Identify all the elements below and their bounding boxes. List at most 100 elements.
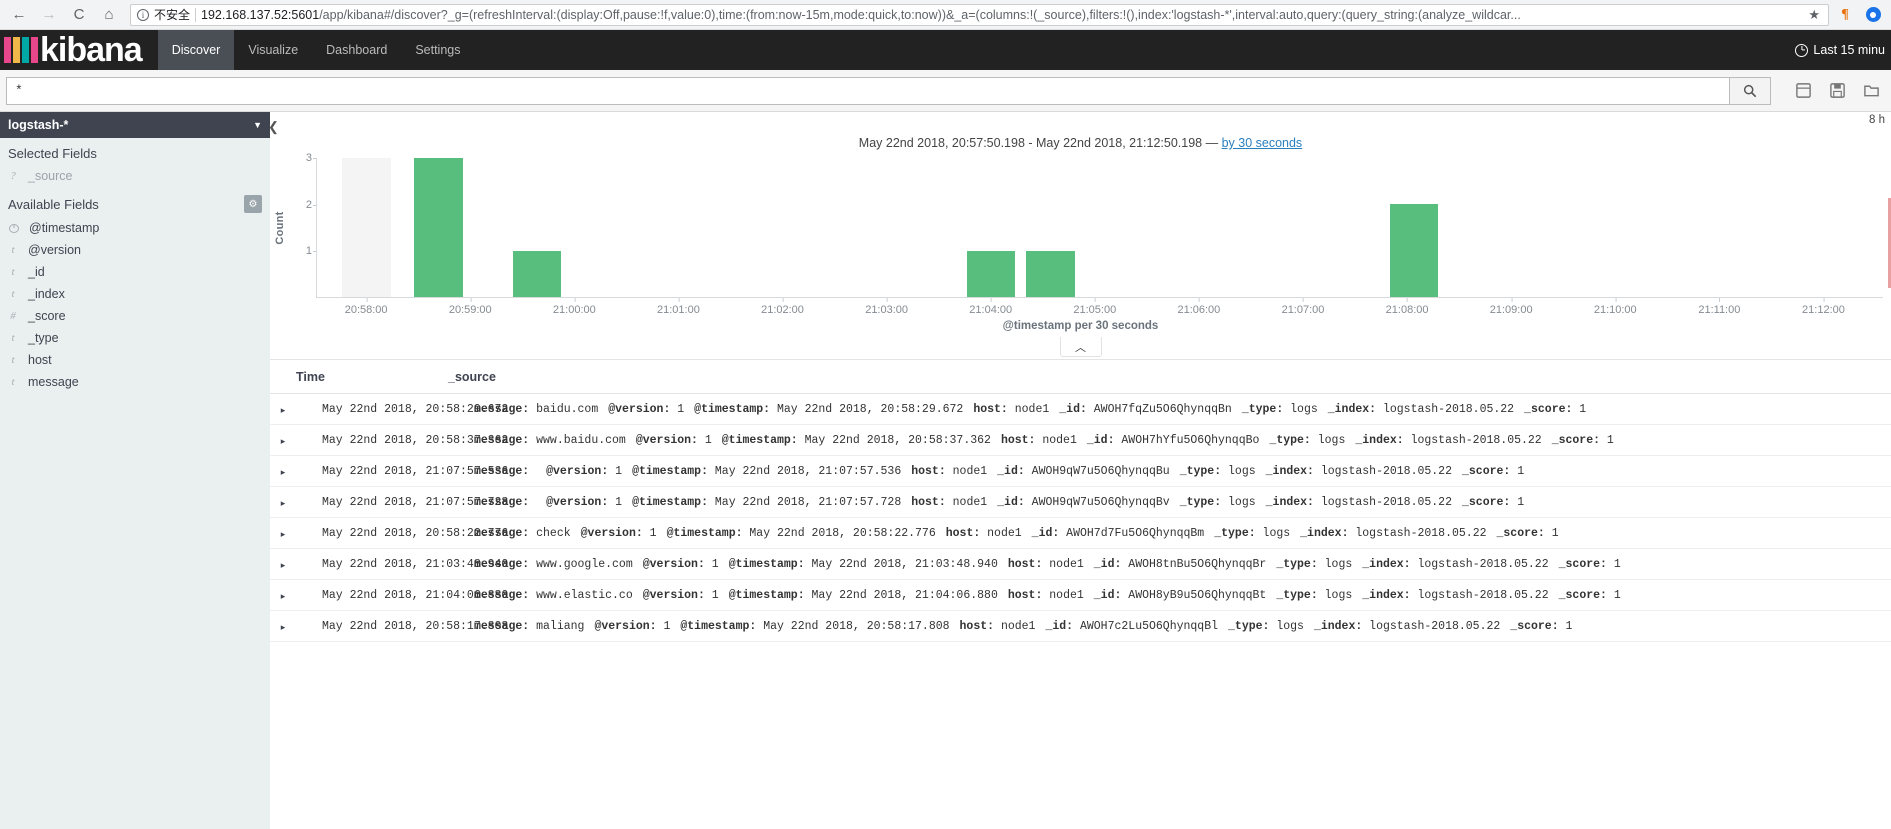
source-field: host: node1: [946, 527, 1022, 540]
source-field-value: 1: [608, 465, 623, 478]
index-pattern-selector[interactable]: logstash-* ▼: [0, 112, 270, 138]
discover-main: 8 h May 22nd 2018, 20:57:50.198 - May 22…: [270, 112, 1891, 829]
field-type-string-icon: t: [11, 266, 15, 278]
source-field: _score: 1: [1462, 496, 1524, 509]
address-bar[interactable]: i 不安全 192.168.137.52:5601/app/kibana#/di…: [130, 3, 1829, 26]
home-button[interactable]: ⌂: [96, 2, 122, 28]
available-fields-label: Available Fields: [8, 196, 99, 212]
expand-row-icon[interactable]: ▸: [270, 558, 296, 571]
save-search-icon[interactable]: [1823, 77, 1851, 105]
chart-bar[interactable]: [966, 250, 1016, 297]
time-picker[interactable]: Last 15 minu: [1795, 30, 1891, 70]
pilcrow-extension-icon[interactable]: ¶: [1833, 3, 1857, 27]
source-field-value: logstash-2018.05.22: [1410, 589, 1549, 602]
new-search-icon[interactable]: [1789, 77, 1817, 105]
table-body: ▸ May 22nd 2018, 20:58:29.672 message: bai…: [270, 394, 1891, 642]
source-field-key: _score:: [1461, 496, 1511, 509]
bookmark-star-icon[interactable]: ★: [1806, 7, 1822, 23]
source-field: @timestamp: May 22nd 2018, 21:07:57.728: [632, 496, 901, 509]
open-search-icon[interactable]: [1857, 77, 1885, 105]
forward-button[interactable]: →: [36, 2, 62, 28]
row-source-cell: message: maliang @version: 1 @timestamp: M…: [474, 620, 1891, 633]
source-field: _index: logstash-2018.05.22: [1300, 527, 1486, 540]
source-field: _score: 1: [1559, 589, 1621, 602]
search-input[interactable]: [6, 76, 1729, 105]
source-field-value: 1: [608, 496, 623, 509]
sidebar-field-message[interactable]: t message: [0, 371, 270, 393]
source-field: _score: 1: [1497, 527, 1559, 540]
source-field-key: @version:: [546, 496, 609, 509]
sidebar-field-timestamp[interactable]: @timestamp: [0, 217, 270, 239]
table-row[interactable]: ▸ May 22nd 2018, 20:58:22.776 message: che…: [270, 518, 1891, 549]
source-field-key: _index:: [1300, 527, 1349, 540]
table-row[interactable]: ▸ May 22nd 2018, 21:03:48.940 message: www…: [270, 549, 1891, 580]
source-field-value: logs: [1221, 496, 1256, 509]
search-submit-button[interactable]: [1729, 76, 1771, 105]
source-field-value: node1: [945, 496, 988, 509]
chart-interval-link[interactable]: by 30 seconds: [1222, 136, 1303, 150]
source-field-key: _type:: [1276, 558, 1318, 571]
source-field-value: www.google.com: [529, 558, 633, 571]
chart-plot: Count 3 2 1: [270, 152, 1891, 298]
chart-bar[interactable]: [414, 158, 463, 297]
chart-bar[interactable]: [512, 250, 562, 297]
field-name: message: [28, 375, 79, 389]
source-field-value: logs: [1310, 434, 1346, 447]
sidebar-field-score[interactable]: # _score: [0, 305, 270, 327]
gear-icon[interactable]: ⚙: [244, 195, 262, 213]
sidebar-field-index[interactable]: t _index: [0, 283, 270, 305]
reload-button[interactable]: C: [66, 2, 92, 28]
source-field-value: check: [529, 527, 571, 540]
tab-settings[interactable]: Settings: [401, 30, 474, 70]
sidebar-field-type[interactable]: t _type: [0, 327, 270, 349]
column-header-source[interactable]: _source: [448, 370, 1891, 384]
tab-dashboard[interactable]: Dashboard: [312, 30, 401, 70]
chart-bar[interactable]: [1026, 250, 1075, 297]
table-row[interactable]: ▸ May 22nd 2018, 20:58:29.672 message: bai…: [270, 394, 1891, 425]
sidebar-field-id[interactable]: t _id: [0, 261, 270, 283]
expand-row-icon[interactable]: ▸: [270, 620, 296, 633]
tab-discover[interactable]: Discover: [157, 30, 235, 70]
sidebar-collapse-button[interactable]: ❮: [268, 119, 282, 135]
source-field-key: message:: [474, 527, 530, 540]
sidebar-field-_source[interactable]: ? _source: [0, 165, 270, 187]
expand-row-icon[interactable]: ▸: [270, 465, 296, 478]
time-picker-label: Last 15 minu: [1813, 43, 1885, 57]
expand-row-icon[interactable]: ▸: [270, 403, 296, 416]
sidebar-field-version[interactable]: t @version: [0, 239, 270, 261]
table-row[interactable]: ▸ May 22nd 2018, 21:04:06.880 message: www…: [270, 580, 1891, 611]
row-time-cell: May 22nd 2018, 21:04:06.880: [322, 589, 509, 602]
table-row[interactable]: ▸ May 22nd 2018, 20:58:37.362 message: www…: [270, 425, 1891, 456]
chart-bar[interactable]: [1389, 204, 1439, 297]
chart-collapse-button[interactable]: ︿: [1059, 337, 1102, 357]
page-body: logstash-* ▼ Selected Fields ? _source A…: [0, 112, 1891, 829]
browser-extension-icon[interactable]: [1861, 3, 1885, 27]
source-field-key: _score:: [1510, 620, 1559, 633]
table-row[interactable]: ▸ May 22nd 2018, 21:07:57.536 message: @ve…: [270, 456, 1891, 487]
source-field: host: node1: [911, 465, 987, 478]
field-name: @version: [28, 243, 81, 257]
chart-bar[interactable]: [342, 158, 391, 297]
source-field: @version: 1: [636, 434, 712, 447]
expand-row-icon[interactable]: ▸: [270, 589, 296, 602]
source-field-value: node1: [1042, 558, 1084, 571]
xtick-label: 21:01:00: [657, 298, 700, 316]
source-field-key: _id:: [1093, 558, 1122, 571]
column-header-time[interactable]: Time: [270, 370, 448, 384]
table-row[interactable]: ▸ May 22nd 2018, 21:07:57.728 message: @ve…: [270, 487, 1891, 518]
kibana-logo[interactable]: kibana: [0, 30, 143, 70]
site-info-icon[interactable]: i: [137, 8, 149, 21]
source-field: _id: AWOH7c2Lu5O6QhynqqBl: [1045, 620, 1218, 633]
source-field-key: _index:: [1362, 589, 1411, 602]
tab-visualize[interactable]: Visualize: [234, 30, 312, 70]
field-name: _type: [28, 331, 59, 345]
back-button[interactable]: ←: [6, 2, 32, 28]
expand-row-icon[interactable]: ▸: [270, 434, 296, 447]
expand-row-icon[interactable]: ▸: [270, 527, 296, 540]
source-field-key: message:: [474, 496, 530, 509]
source-field: @version: 1: [608, 403, 684, 416]
source-field-value: logstash-2018.05.22: [1410, 558, 1549, 571]
expand-row-icon[interactable]: ▸: [270, 496, 296, 509]
table-row[interactable]: ▸ May 22nd 2018, 20:58:17.808 message: mal…: [270, 611, 1891, 642]
sidebar-field-host[interactable]: t host: [0, 349, 270, 371]
